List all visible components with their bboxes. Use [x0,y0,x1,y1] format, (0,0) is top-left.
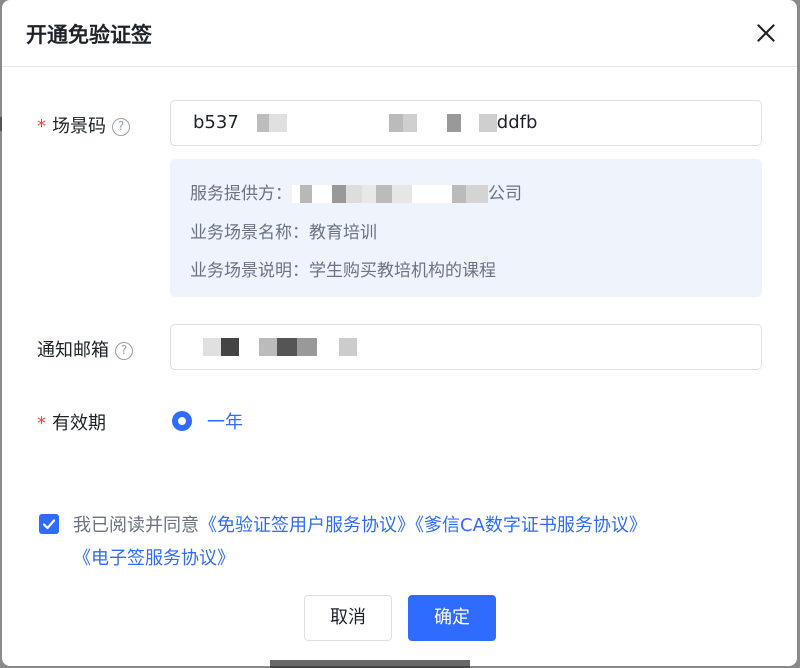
scene-desc-line: 业务场景说明：学生购买教培机构的课程 [190,261,496,281]
agreement-checkbox[interactable] [39,514,59,534]
required-mark: * [37,116,46,137]
masked-text [238,114,497,132]
validity-option-label[interactable]: 一年 [207,408,243,434]
validity-label: * 有效期 [37,413,106,434]
scene-name-line: 业务场景名称：教育培训 [190,223,377,243]
provider-line: 服务提供方： 公司 [190,179,522,204]
provider-value-suffix: 公司 [488,184,522,204]
scene-code-input[interactable]: b537 ddfb [170,100,762,146]
check-icon [42,519,56,530]
masked-text [193,338,373,356]
close-icon [757,24,775,42]
question-circle-icon[interactable]: ? [115,342,133,360]
agreement-link-ca[interactable]: 《爹信CA数字证书服务协议》 [415,515,647,536]
cancel-button[interactable]: 取消 [304,595,392,641]
close-button[interactable] [753,20,779,46]
agreement-link-esign[interactable]: 《电子签服务协议》 [73,548,235,569]
agreement-line-2: 《电子签服务协议》 [73,544,235,570]
dialog-title: 开通免验证签 [26,23,152,47]
validity-radio-one-year[interactable] [172,411,192,431]
scene-info-box: 服务提供方： 公司 业务场景名称：教育培训 业务场景说明：学生购买教培机构的课程 [170,159,762,297]
masked-text [292,185,488,203]
required-mark: * [37,413,46,434]
question-circle-icon[interactable]: ? [112,118,130,136]
background-edge [270,660,470,668]
scene-code-value-prefix: b537 [193,112,239,133]
dialog-header: 开通免验证签 [2,0,797,67]
email-label: 通知邮箱? [37,336,133,362]
confirm-button[interactable]: 确定 [408,595,496,641]
scene-code-label: * 场景码? [37,112,130,138]
email-input[interactable] [170,324,762,370]
agreement-link-service[interactable]: 《免验证签用户服务协议》 [199,515,415,536]
dialog: 开通免验证签 * 场景码? b537 ddfb 服务提供方： 公司 业务场景名称：教育… [2,0,797,666]
scene-code-value-suffix: ddfb [496,112,538,133]
provider-label: 服务提供方： [190,184,292,204]
agreement-line-1: 我已阅读并同意《免验证签用户服务协议》《爹信CA数字证书服务协议》 [73,511,647,537]
agreement-prefix: 我已阅读并同意 [73,515,199,536]
